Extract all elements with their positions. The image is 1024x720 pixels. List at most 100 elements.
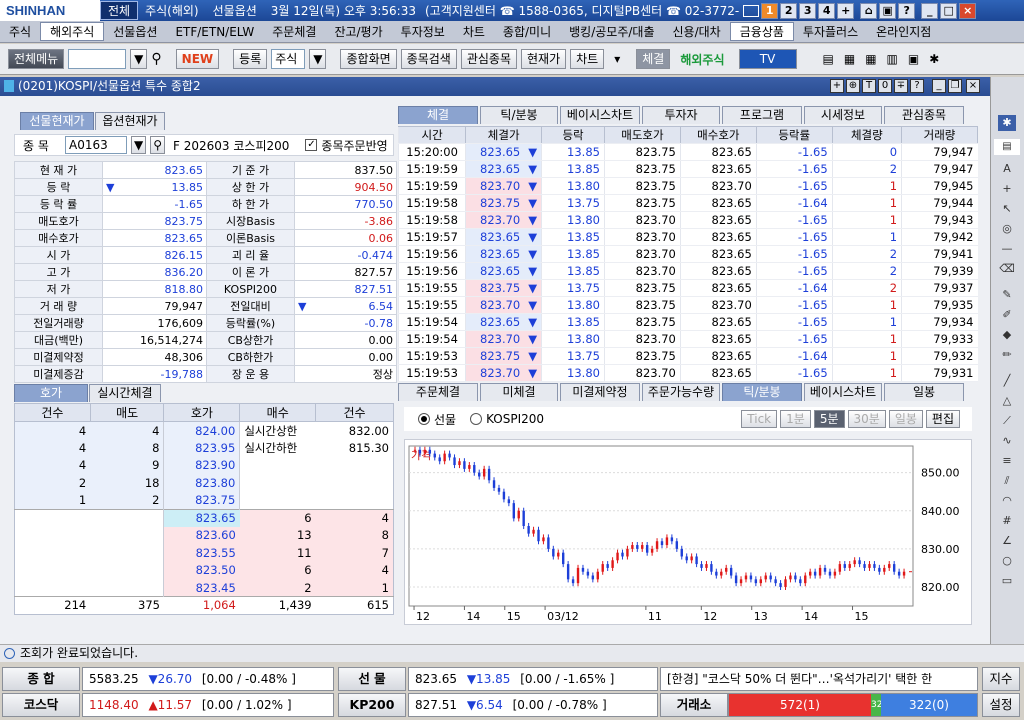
menu-credit[interactable]: 신용/대차	[664, 23, 730, 40]
tab-realtime-trades[interactable]: 실시간체결	[89, 384, 161, 402]
period-tick-button[interactable]: Tick	[741, 410, 778, 428]
menu-order[interactable]: 주문체결	[263, 23, 325, 40]
trade-row[interactable]: 15:19:57 823.65 ▼ 13.85 823.70 823.65 -1.65 1 79…	[397, 228, 978, 246]
title-item-all[interactable]: 전체	[100, 1, 139, 20]
edit-button[interactable]: 편집	[925, 410, 960, 428]
trade-row[interactable]: 15:19:56 823.65 ▼ 13.85 823.70 823.65 -1.65 2 79…	[397, 262, 978, 280]
tab-trade_tabs-5[interactable]: 시세정보	[804, 106, 882, 124]
ask-price[interactable]: 823.75	[163, 491, 240, 509]
window-pin-icon[interactable]: ∓	[894, 79, 908, 93]
screen-2-button[interactable]: 2	[780, 2, 798, 19]
menu-dropdown-icon[interactable]: ▼	[130, 49, 148, 69]
screen-list-icon[interactable]: ▤	[994, 139, 1020, 155]
tab-trade_tabs-0[interactable]: 체결	[398, 106, 478, 124]
menu-search-input[interactable]	[68, 49, 127, 69]
menu-overseas-stock[interactable]: 해외주식	[40, 22, 105, 41]
menu-chart[interactable]: 차트	[454, 23, 494, 40]
window-zero-icon[interactable]: 0	[878, 79, 892, 93]
hline-icon[interactable]: —	[998, 241, 1016, 257]
print-icon[interactable]: ▤	[823, 52, 834, 66]
trade-row[interactable]: 15:19:58 823.70 ▼ 13.80 823.70 823.65 -1.65 1 79…	[397, 211, 978, 229]
tab-lower_tabs-6[interactable]: 일봉	[884, 383, 964, 401]
channel-icon[interactable]: ⫽	[998, 473, 1016, 489]
symbol-search-button[interactable]: 종목검색	[400, 49, 457, 69]
trade-row[interactable]: 15:19:59 823.70 ▼ 13.80 823.75 823.70 -1.65 1 79…	[397, 177, 978, 195]
help-icon[interactable]: ?	[898, 2, 916, 19]
ticker-kosdaq[interactable]: 1148.40 ▲11.57 [0.00 / 1.02% ]	[82, 693, 334, 717]
pointer-icon[interactable]: ↖	[998, 201, 1016, 217]
bid-price[interactable]: 823.45	[163, 579, 240, 597]
period-5m-button[interactable]: 5분	[813, 410, 845, 428]
screen-3-button[interactable]: 3	[799, 2, 817, 19]
gear-icon[interactable]: ✱	[998, 115, 1016, 131]
tab-trade_tabs-4[interactable]: 프로그램	[722, 106, 802, 124]
trade-row[interactable]: 15:19:55 823.75 ▼ 13.75 823.75 823.65 -1.64 2 79…	[397, 279, 978, 297]
pen-icon[interactable]: ✎	[998, 287, 1016, 303]
ask-price[interactable]: 823.80	[163, 474, 240, 492]
asset-type-select[interactable]: 주식	[271, 49, 306, 69]
crosshair-icon[interactable]: +	[998, 181, 1016, 197]
register-button[interactable]: 등록	[233, 49, 268, 69]
settings-button[interactable]: 설정	[982, 693, 1020, 717]
ticker-futures[interactable]: 823.65 ▼13.85 [0.00 / -1.65% ]	[408, 667, 658, 691]
period-1m-button[interactable]: 1분	[780, 410, 811, 428]
tab-futures-price[interactable]: 선물현재가	[20, 112, 94, 130]
window-restore-icon[interactable]: ❐	[948, 79, 962, 93]
monitor-icon[interactable]	[743, 4, 760, 17]
window-text-icon[interactable]: T	[862, 79, 876, 93]
ask-row[interactable]: 4 9 823.90	[14, 456, 394, 474]
index-select-button[interactable]: 지수	[982, 667, 1020, 691]
ask-row[interactable]: 4 8 823.95 실시간하한 815.30	[14, 439, 394, 457]
tab-trade_tabs-6[interactable]: 관심종목	[884, 106, 964, 124]
tab-lower_tabs-5[interactable]: 베이시스차트	[804, 383, 882, 401]
arc-icon[interactable]: ◠	[998, 493, 1016, 509]
asset-type-dropdown-icon[interactable]: ▼	[309, 49, 327, 69]
menu-online-branch[interactable]: 온라인지점	[867, 23, 940, 40]
ask-price[interactable]: 823.95	[163, 439, 240, 457]
window-minimize-icon[interactable]: _	[932, 79, 946, 93]
toolbar-dropdown-icon[interactable]: ▾	[614, 52, 620, 66]
brush-icon[interactable]: ✐	[998, 307, 1016, 323]
window-icon[interactable]: ▦	[844, 52, 855, 66]
current-price-button[interactable]: 현재가	[521, 49, 567, 69]
trade-row[interactable]: 15:19:55 823.70 ▼ 13.80 823.75 823.70 -1.65 1 79…	[397, 296, 978, 314]
angle-icon[interactable]: ∠	[998, 533, 1016, 549]
tab-lower_tabs-3[interactable]: 주문가능수량	[642, 383, 720, 401]
search-icon[interactable]: ⚲	[151, 51, 161, 67]
trade-row[interactable]: 15:19:53 823.75 ▼ 13.75 823.75 823.65 -1.64 1 79…	[397, 347, 978, 365]
menu-stock[interactable]: 주식	[0, 23, 40, 40]
bid-row[interactable]: 823.55 11 7	[15, 544, 394, 562]
grid-tool-icon[interactable]: #	[998, 513, 1016, 529]
symbol-dropdown-icon[interactable]: ▼	[131, 136, 147, 154]
watchlist-button[interactable]: 관심종목	[460, 49, 517, 69]
tab-lower_tabs-4[interactable]: 틱/분봉	[722, 383, 802, 401]
ask-row[interactable]: 1 2 823.75	[14, 491, 394, 509]
menu-banking[interactable]: 뱅킹/공모주/대출	[560, 23, 663, 40]
bid-price[interactable]: 823.60	[163, 526, 240, 544]
minimize-icon[interactable]: _	[921, 2, 939, 19]
screen-1-button[interactable]: 1	[761, 2, 779, 19]
bid-row[interactable]: 823.60 13 8	[15, 526, 394, 544]
order-reflect-checkbox[interactable]: ✓	[305, 139, 318, 151]
bid-price[interactable]: 823.65	[163, 508, 240, 527]
window-link-icon[interactable]: ⊕	[846, 79, 860, 93]
bid-price[interactable]: 823.55	[163, 544, 240, 562]
ask-price[interactable]: 823.90	[163, 456, 240, 474]
period-day-button[interactable]: 일봉	[888, 410, 923, 428]
ticker-kp200[interactable]: 827.51 ▼6.54 [0.00 / -0.78% ]	[408, 693, 658, 717]
radio-futures[interactable]	[418, 413, 430, 425]
tab-options-price[interactable]: 옵션현재가	[95, 112, 165, 130]
padlock-icon[interactable]: ▣	[908, 52, 919, 66]
layout-icon[interactable]: ▥	[887, 52, 898, 66]
menu-invest-plus[interactable]: 투자플러스	[794, 23, 867, 40]
rect-icon[interactable]: ▭	[998, 573, 1016, 589]
tab-lower_tabs-2[interactable]: 미결제약정	[560, 383, 640, 401]
trade-row[interactable]: 15:19:56 823.65 ▼ 13.85 823.70 823.65 -1.65 2 79…	[397, 245, 978, 263]
close-icon[interactable]: ×	[959, 2, 977, 19]
text-tool-icon[interactable]: A	[998, 161, 1016, 177]
trend-icon[interactable]: ⟋	[998, 413, 1016, 429]
bid-price[interactable]: 823.50	[163, 561, 240, 579]
bid-row[interactable]: 823.65 6 4	[14, 508, 394, 527]
ask-row[interactable]: 2 18 823.80	[14, 474, 394, 492]
menu-futures-options[interactable]: 선물옵션	[104, 23, 166, 40]
